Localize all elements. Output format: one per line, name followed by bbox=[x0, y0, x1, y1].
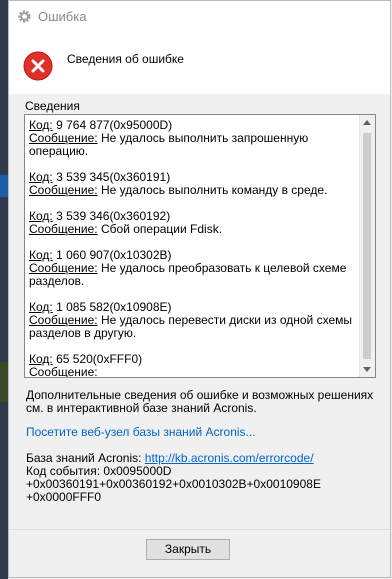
message-value: Не удалось выполнить команду в среде. bbox=[100, 183, 328, 197]
list-item: Код: 1 060 907(0x10302B) Сообщение: Не у… bbox=[29, 249, 359, 288]
code-value: 9 764 877(0x95000D) bbox=[56, 118, 173, 132]
code-label: Код: bbox=[29, 352, 53, 366]
info-text: Дополнительные сведения об ошибке и возм… bbox=[26, 388, 374, 415]
title-bar[interactable]: Ошибка bbox=[9, 1, 390, 32]
kb-label: База знаний Acronis: bbox=[26, 451, 142, 465]
desktop-strip-blue bbox=[0, 175, 8, 197]
list-item: Код: 3 539 346(0x360192) Сообщение: Сбой… bbox=[29, 210, 359, 236]
message-label: Сообщение: bbox=[29, 131, 98, 145]
message-label: Сообщение: bbox=[29, 365, 98, 378]
kb-section: База знаний Acronis: http://kb.acronis.c… bbox=[26, 452, 376, 504]
error-dialog: Ошибка Сведения об ошибке Сведения Код: … bbox=[8, 0, 391, 578]
code-value: 1 060 907(0x10302B) bbox=[56, 248, 172, 262]
code-label: Код: bbox=[29, 300, 53, 314]
code-label: Код: bbox=[29, 248, 53, 262]
list-item: Код: 1 085 582(0x10908E) Сообщение: Не у… bbox=[29, 301, 359, 340]
kb-url-link[interactable]: http://kb.acronis.com/errorcode/ bbox=[145, 451, 314, 465]
message-label: Сообщение: bbox=[29, 222, 98, 236]
details-label: Сведения bbox=[25, 99, 80, 113]
list-item: Код: 9 764 877(0x95000D) Сообщение: Не у… bbox=[29, 119, 359, 158]
dialog-footer: Закрыть bbox=[9, 529, 390, 577]
message-label: Сообщение: bbox=[29, 183, 98, 197]
message-value: Сбой операции Fdisk. bbox=[100, 222, 223, 236]
message-label: Сообщение: bbox=[29, 313, 98, 327]
code-value: 3 539 345(0x360191) bbox=[56, 170, 171, 184]
code-value: 65 520(0xFFF0) bbox=[56, 352, 143, 366]
code-value: 3 539 346(0x360192) bbox=[56, 209, 171, 223]
code-value: 1 085 582(0x10908E) bbox=[56, 300, 172, 314]
close-button[interactable]: Закрыть bbox=[146, 539, 230, 560]
header-text: Сведения об ошибке bbox=[67, 52, 184, 66]
details-scrollbar[interactable] bbox=[359, 115, 375, 377]
event-code-line: +0x0000FFF0 bbox=[26, 490, 102, 504]
desktop-background bbox=[0, 0, 8, 579]
message-label: Сообщение: bbox=[29, 261, 98, 275]
details-list: Код: 9 764 877(0x95000D) Сообщение: Не у… bbox=[29, 119, 359, 378]
list-item: Код: 65 520(0xFFF0) Сообщение: bbox=[29, 353, 359, 378]
gear-icon bbox=[18, 10, 31, 23]
desktop-strip-dark bbox=[0, 362, 8, 402]
window-title: Ошибка bbox=[38, 9, 87, 24]
dialog-header: Сведения об ошибке bbox=[9, 32, 390, 94]
error-x-icon bbox=[23, 51, 53, 81]
list-item: Код: 3 539 345(0x360191) Сообщение: Не у… bbox=[29, 171, 359, 197]
code-label: Код: bbox=[29, 209, 53, 223]
code-label: Код: bbox=[29, 170, 53, 184]
kb-site-link[interactable]: Посетите веб-узел базы знаний Acronis... bbox=[26, 425, 256, 439]
code-label: Код: bbox=[29, 118, 53, 132]
details-box[interactable]: Код: 9 764 877(0x95000D) Сообщение: Не у… bbox=[24, 114, 376, 378]
scroll-thumb[interactable] bbox=[363, 133, 371, 359]
scroll-down-icon[interactable] bbox=[363, 367, 371, 372]
dialog-body: Сведения Код: 9 764 877(0x95000D) Сообще… bbox=[9, 94, 390, 529]
scroll-up-icon[interactable] bbox=[363, 120, 371, 125]
